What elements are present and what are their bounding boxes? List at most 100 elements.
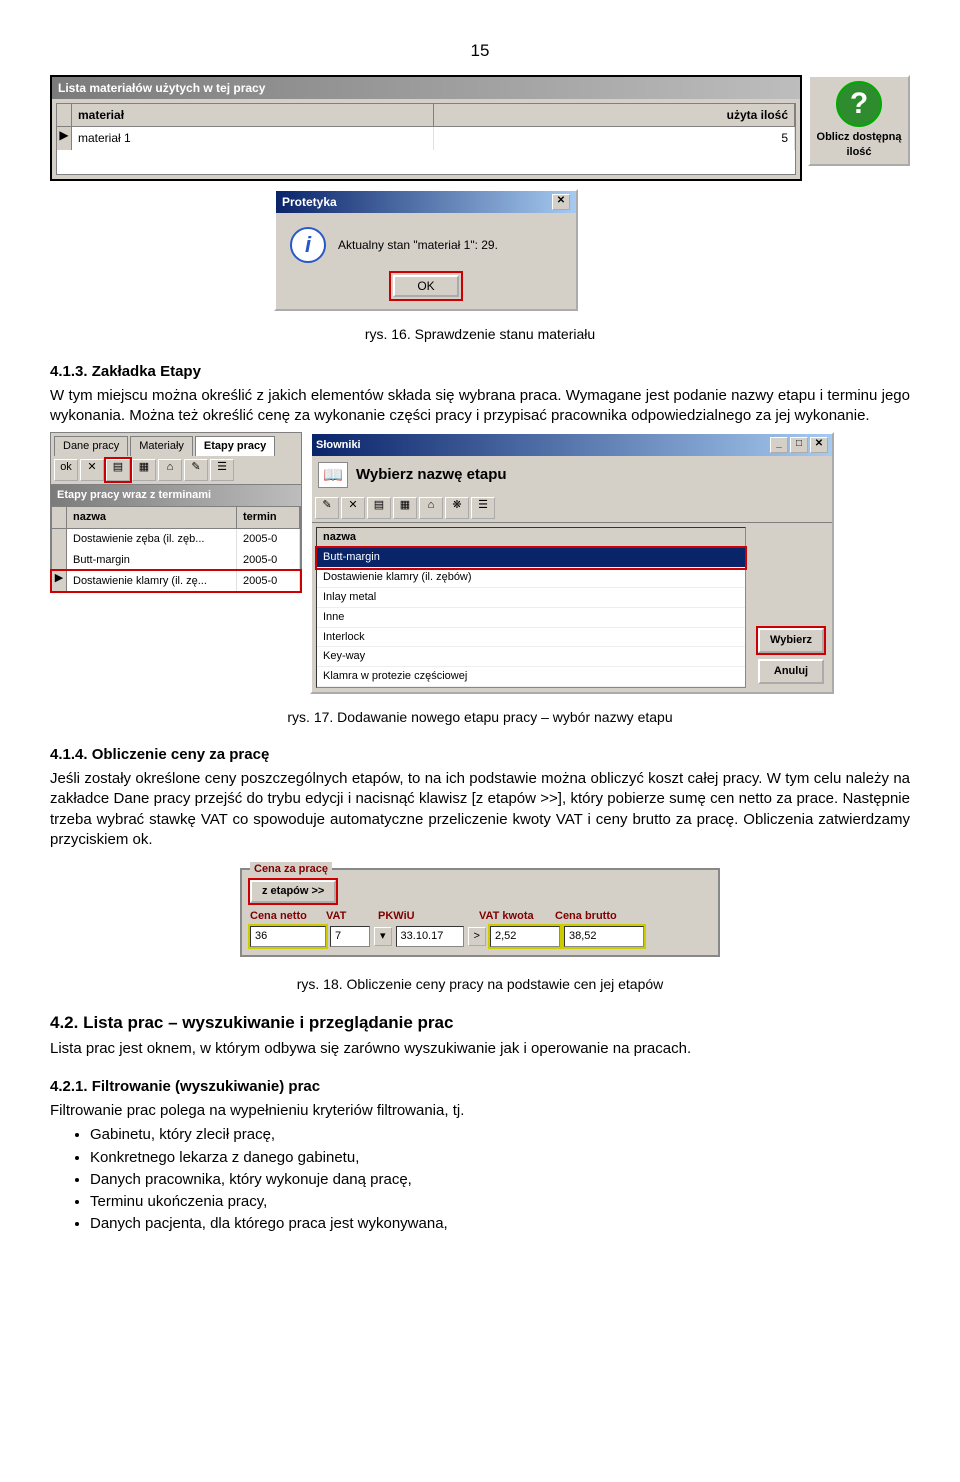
slowniki-dialog: Słowniki _ □ ✕ 📖 Wybierz nazwę etapu ✎ ✕… — [310, 432, 834, 694]
tool-icon[interactable]: ✎ — [315, 497, 339, 519]
etapy-subtitle-label: Etapy pracy wraz z terminami — [57, 488, 211, 503]
label-brutto: Cena brutto — [555, 909, 635, 924]
slowniki-title-label: Słowniki — [316, 438, 361, 453]
page-number: 15 — [50, 40, 910, 63]
vatkwota-field[interactable]: 2,52 — [490, 926, 560, 947]
calculate-available-button[interactable]: ? Oblicz dostępną ilość — [808, 75, 910, 166]
tab-materialy[interactable]: Materiały — [130, 436, 193, 456]
calculate-label: Oblicz dostępną ilość — [814, 130, 904, 160]
table-row[interactable]: Butt-margin2005-0 — [52, 550, 300, 571]
cell: Dostawienie klamry (il. zę... — [67, 571, 237, 592]
figure-16-caption: rys. 16. Sprawdzenie stanu materiału — [50, 325, 910, 344]
cancel-icon[interactable]: ✕ — [80, 459, 104, 481]
wybierz-button[interactable]: Wybierz — [758, 628, 824, 653]
add-icon[interactable]: ▤ — [106, 459, 130, 481]
section-413-body: W tym miejscu można określić z jakich el… — [50, 386, 910, 427]
close-icon[interactable]: ✕ — [810, 437, 828, 453]
list-item[interactable]: Klamra w protezie częściowej — [317, 667, 745, 687]
pkwiu-field[interactable]: 33.10.17 — [396, 926, 464, 947]
tool-icon[interactable]: ☰ — [210, 459, 234, 481]
tool-icon[interactable]: ▦ — [393, 497, 417, 519]
section-414-title: 4.1.4. Obliczenie ceny za pracę — [50, 745, 910, 765]
wybierz-header: Wybierz nazwę etapu — [356, 465, 507, 485]
brutto-field[interactable]: 38,52 — [564, 926, 644, 947]
toolbar: ok ✕ ▤ ▦ ⌂ ✎ ☰ — [51, 456, 301, 485]
col-material: materiał — [72, 104, 434, 126]
etapy-left-panel: Dane pracy Materiały Etapy pracy ok ✕ ▤ … — [50, 432, 302, 593]
dictionary-icon: 📖 — [318, 462, 348, 488]
tab-dane-pracy[interactable]: Dane pracy — [54, 436, 128, 456]
price-panel: Cena za pracę z etapów >> Cena netto VAT… — [240, 868, 720, 957]
section-421-intro: Filtrowanie prac polega na wypełnieniu k… — [50, 1101, 910, 1121]
panel-titlebar: Lista materiałów użytych w tej pracy — [52, 77, 800, 99]
list-item[interactable]: Interlock — [317, 628, 745, 648]
label-pkwiu: PKWiU — [378, 909, 453, 924]
pkwiu-lookup-button[interactable]: > — [468, 927, 486, 946]
list-item[interactable]: Dostawienie klamry (il. zębów) — [317, 568, 745, 588]
tool-icon[interactable]: ▦ — [132, 459, 156, 481]
from-stages-button[interactable]: z etapów >> — [250, 880, 336, 903]
cell: 2005-0 — [237, 550, 300, 571]
dialog-title: Protetyka — [282, 194, 337, 210]
list-item: Gabinetu, który zlecił pracę, — [90, 1125, 910, 1145]
col-termin: termin — [237, 507, 300, 528]
dialog-titlebar: Protetyka ✕ — [276, 191, 576, 213]
dialog-message: Aktualny stan "materiał 1": 29. — [338, 237, 498, 253]
anuluj-button[interactable]: Anuluj — [758, 659, 824, 684]
list-item: Konkretnego lekarza z danego gabinetu, — [90, 1148, 910, 1168]
name-list: nazwa Butt-margin Dostawienie klamry (il… — [316, 527, 746, 688]
list-item: Terminu ukończenia pracy, — [90, 1192, 910, 1212]
ok-icon[interactable]: ok — [54, 459, 78, 481]
col-nazwa: nazwa — [67, 507, 237, 528]
list-item[interactable]: Inne — [317, 608, 745, 628]
vat-dropdown-icon[interactable]: ▾ — [374, 927, 392, 946]
price-legend: Cena za pracę — [250, 862, 332, 877]
label-netto: Cena netto — [250, 909, 322, 924]
panel-title: Lista materiałów użytych w tej pracy — [58, 80, 265, 96]
etapy-subtitle: Etapy pracy wraz z terminami — [51, 485, 301, 506]
col-qty: użyta ilość — [434, 104, 796, 126]
maximize-icon[interactable]: □ — [790, 437, 808, 453]
cell: 2005-0 — [237, 571, 300, 592]
section-42-title: 4.2. Lista prac – wyszukiwanie i przeglą… — [50, 1012, 910, 1035]
list-item: Danych pracownika, który wykonuje daną p… — [90, 1170, 910, 1190]
minimize-icon[interactable]: _ — [770, 437, 788, 453]
tool-icon[interactable]: ⌂ — [158, 459, 182, 481]
materials-grid: materiał użyta ilość ▶ materiał 1 5 — [56, 103, 796, 174]
section-414-body: Jeśli zostały określone ceny poszczególn… — [50, 769, 910, 850]
vat-field[interactable]: 7 — [330, 926, 370, 947]
cell: Butt-margin — [67, 550, 237, 571]
list-item[interactable]: Inlay metal — [317, 588, 745, 608]
close-icon[interactable]: ✕ — [552, 194, 570, 210]
tool-icon[interactable]: ☰ — [471, 497, 495, 519]
row-marker-icon: ▶ — [57, 127, 72, 149]
tool-icon[interactable]: ▤ — [367, 497, 391, 519]
list-item: Danych pacjenta, dla którego praca jest … — [90, 1214, 910, 1234]
netto-field[interactable]: 36 — [250, 926, 326, 947]
question-mark-icon: ? — [836, 81, 882, 127]
cell-material: materiał 1 — [72, 127, 434, 149]
tool-icon[interactable]: ✕ — [341, 497, 365, 519]
slowniki-titlebar: Słowniki _ □ ✕ — [312, 434, 832, 456]
materials-panel: Lista materiałów użytych w tej pracy mat… — [50, 75, 802, 181]
figure-17-caption: rys. 17. Dodawanie nowego etapu pracy – … — [50, 708, 910, 727]
cell: Dostawienie zęba (il. zęb... — [67, 529, 237, 550]
col-nazwa: nazwa — [317, 528, 745, 548]
tool-icon[interactable]: ✎ — [184, 459, 208, 481]
ok-button[interactable]: OK — [393, 275, 458, 297]
list-item[interactable]: Key-way — [317, 647, 745, 667]
section-413-title: 4.1.3. Zakładka Etapy — [50, 362, 910, 382]
tool-icon[interactable]: ⌂ — [419, 497, 443, 519]
tab-etapy-pracy[interactable]: Etapy pracy — [195, 436, 275, 456]
list-item[interactable]: Butt-margin — [317, 548, 745, 568]
cell: 2005-0 — [237, 529, 300, 550]
table-row[interactable]: Dostawienie zęba (il. zęb...2005-0 — [52, 529, 300, 550]
table-row[interactable]: ▶Dostawienie klamry (il. zę...2005-0 — [52, 571, 300, 592]
figure-17: Dane pracy Materiały Etapy pracy ok ✕ ▤ … — [50, 432, 910, 694]
info-dialog: Protetyka ✕ i Aktualny stan "materiał 1"… — [274, 189, 578, 311]
section-42-body: Lista prac jest oknem, w którym odbywa s… — [50, 1039, 910, 1059]
filter-criteria-list: Gabinetu, który zlecił pracę, Konkretneg… — [90, 1125, 910, 1234]
table-row[interactable]: ▶ materiał 1 5 — [57, 127, 795, 149]
cell-qty: 5 — [434, 127, 796, 149]
tool-icon[interactable]: ❋ — [445, 497, 469, 519]
